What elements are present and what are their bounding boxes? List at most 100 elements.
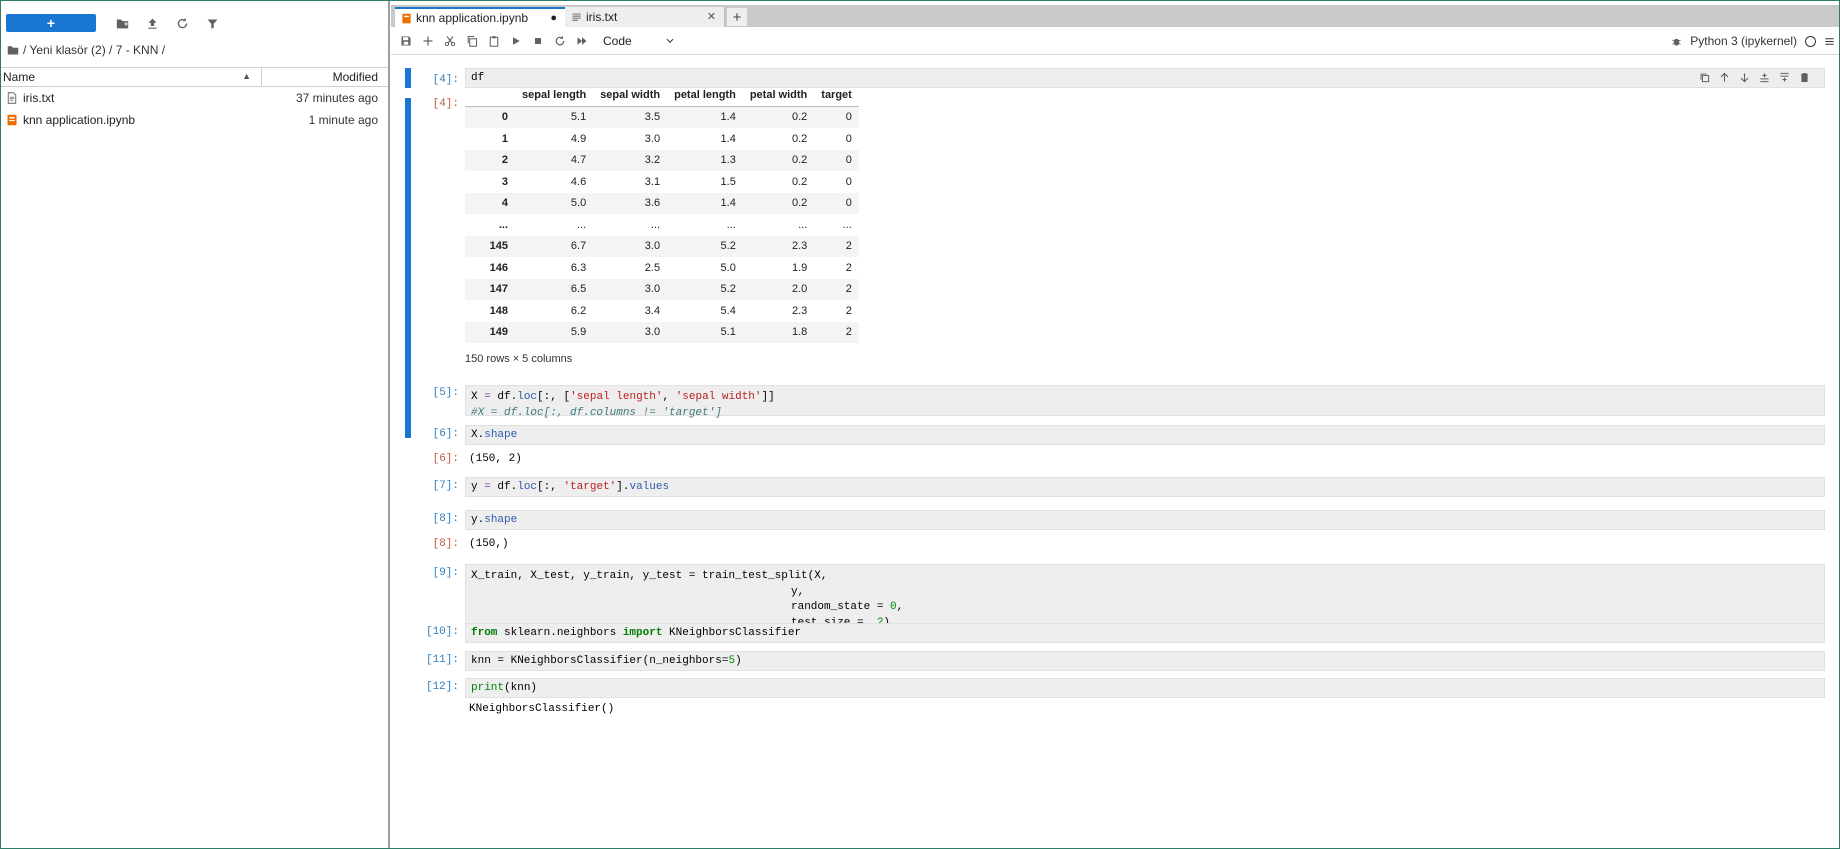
dataframe-row: 1 4.9 3.0 1.4 0.2 0 — [465, 128, 859, 150]
code-cell-input[interactable]: X = df.loc[:, ['sepal length', 'sepal wi… — [465, 385, 1825, 419]
run-icon[interactable] — [505, 29, 527, 53]
cell-output: KNeighborsClassifier() — [469, 703, 615, 715]
panel-splitter[interactable] — [388, 1, 390, 848]
cell-output: (150,) — [469, 538, 509, 550]
dataframe-row: .................. — [465, 214, 859, 236]
table-cell: 0.2 — [791, 197, 808, 210]
table-cell: 2.3 — [791, 304, 808, 317]
copy-icon[interactable] — [461, 29, 483, 53]
filter-icon[interactable] — [198, 13, 226, 33]
table-cell: 3.0 — [644, 283, 661, 296]
folder-icon[interactable] — [7, 44, 19, 56]
dataframe-shape-note: 150 rows × 5 columns — [465, 353, 573, 365]
insert-cell-icon[interactable] — [417, 29, 439, 53]
input-prompt: [12]: — [425, 681, 459, 693]
cut-icon[interactable] — [439, 29, 461, 53]
tab-knn-application[interactable]: knn application.ipynb ● — [395, 7, 565, 27]
refresh-icon[interactable] — [168, 13, 196, 33]
move-up-icon[interactable] — [1719, 72, 1730, 83]
table-cell: 5.0 — [720, 261, 736, 274]
duplicate-icon[interactable] — [1699, 72, 1710, 83]
table-cell: 0.2 — [791, 154, 808, 167]
row-index: 4 — [501, 197, 508, 210]
column-header: petal length — [667, 84, 743, 107]
table-cell: 4.9 — [570, 132, 587, 145]
code-cell-input[interactable]: y = df.loc[:, 'target'].values — [465, 477, 1825, 497]
table-cell: 2.5 — [644, 261, 661, 274]
table-cell: ... — [650, 218, 661, 231]
insert-below-icon[interactable] — [1779, 72, 1790, 83]
window-frame: + / Yeni klasör (2) / 7 - KNN / Name ▲ M… — [0, 0, 1840, 849]
stop-icon[interactable] — [527, 29, 549, 53]
cell-type-select[interactable]: Code — [603, 34, 675, 48]
delete-icon[interactable] — [1799, 72, 1810, 83]
kernel-name[interactable]: Python 3 (ipykernel) — [1690, 34, 1797, 48]
table-cell: 1.4 — [720, 197, 736, 210]
dataframe-row: 145 6.7 3.0 5.2 2.3 2 — [465, 235, 859, 257]
cell-actions — [1699, 72, 1810, 83]
menu-icon[interactable] — [1824, 36, 1835, 47]
code-cell-input[interactable]: knn = KNeighborsClassifier(n_neighbors=5… — [465, 651, 1825, 671]
output-prompt: [4]: — [432, 98, 459, 110]
fast-forward-icon[interactable] — [571, 29, 593, 53]
file-item[interactable]: iris.txt 37 minutes ago — [1, 87, 388, 109]
row-index: 146 — [489, 261, 508, 274]
upload-icon[interactable] — [138, 13, 166, 33]
file-browser-toolbar: + — [6, 13, 226, 33]
dataframe-row: 147 6.5 3.0 5.2 2.0 2 — [465, 278, 859, 300]
main-area: knn application.ipynb ● iris.txt ✕ + Cod… — [391, 1, 1839, 848]
dataframe-row: 0 5.1 3.5 1.4 0.2 0 — [465, 106, 859, 128]
table-cell: 1.8 — [791, 326, 808, 339]
restart-icon[interactable] — [549, 29, 571, 53]
column-header-modified[interactable]: Modified — [261, 68, 388, 86]
code-cell-input[interactable]: print(knn) — [465, 678, 1825, 698]
new-folder-icon[interactable] — [108, 13, 136, 33]
row-index: 145 — [489, 240, 508, 253]
file-browser: + / Yeni klasör (2) / 7 - KNN / Name ▲ M… — [1, 1, 388, 848]
table-cell: 3.0 — [644, 326, 661, 339]
row-index: 148 — [489, 304, 508, 317]
insert-above-icon[interactable] — [1759, 72, 1770, 83]
breadcrumb[interactable]: / Yeni klasör (2) / 7 - KNN / — [7, 43, 165, 57]
input-prompt: [10]: — [425, 626, 459, 638]
add-tab-icon[interactable]: + — [727, 8, 747, 26]
close-icon[interactable]: ✕ — [707, 10, 716, 23]
table-cell: 2 — [845, 283, 852, 296]
file-item[interactable]: knn application.ipynb 1 minute ago — [1, 109, 388, 131]
code-cell-input[interactable]: from sklearn.neighbors import KNeighbors… — [465, 623, 1825, 643]
input-prompt: [11]: — [425, 654, 459, 666]
column-header: petal width — [742, 84, 815, 107]
column-header-name[interactable]: Name ▲ — [1, 70, 261, 84]
file-name: iris.txt — [23, 91, 55, 105]
table-cell: 3.5 — [644, 111, 661, 124]
table-cell: 5.4 — [720, 304, 736, 317]
table-cell: 3.1 — [644, 175, 661, 188]
table-cell: 0 — [845, 154, 852, 167]
table-cell: 5.1 — [570, 111, 587, 124]
new-launcher-button[interactable]: + — [6, 14, 96, 32]
code-cell-input[interactable]: X.shape — [465, 425, 1825, 445]
table-cell: 2.0 — [791, 283, 808, 296]
table-cell: 0.2 — [791, 175, 808, 188]
tab-iris-txt[interactable]: iris.txt ✕ — [565, 7, 725, 27]
input-prompt: [5]: — [432, 387, 459, 399]
table-cell: 2 — [845, 261, 852, 274]
table-cell: 6.5 — [570, 283, 587, 296]
paste-icon[interactable] — [483, 29, 505, 53]
table-cell: 3.6 — [644, 197, 661, 210]
dataframe-table: sepal length sepal width petal length pe… — [465, 84, 859, 343]
code-cell-input[interactable]: y.shape — [465, 510, 1825, 530]
notebook-icon — [7, 114, 17, 126]
kernel-status-icon — [1805, 35, 1816, 47]
breadcrumb-path[interactable]: / Yeni klasör (2) / 7 - KNN / — [23, 43, 165, 57]
unsaved-dot-icon[interactable]: ● — [550, 12, 557, 24]
notebook-icon — [402, 13, 411, 23]
move-down-icon[interactable] — [1739, 72, 1750, 83]
table-cell: 2 — [845, 304, 852, 317]
save-icon[interactable] — [395, 29, 417, 53]
code-cell-input[interactable]: X_train, X_test, y_train, y_test = train… — [465, 564, 1825, 629]
table-cell: 5.2 — [720, 283, 736, 296]
row-index: 149 — [489, 326, 508, 339]
bug-icon[interactable] — [1671, 36, 1682, 47]
table-cell: 6.3 — [570, 261, 587, 274]
